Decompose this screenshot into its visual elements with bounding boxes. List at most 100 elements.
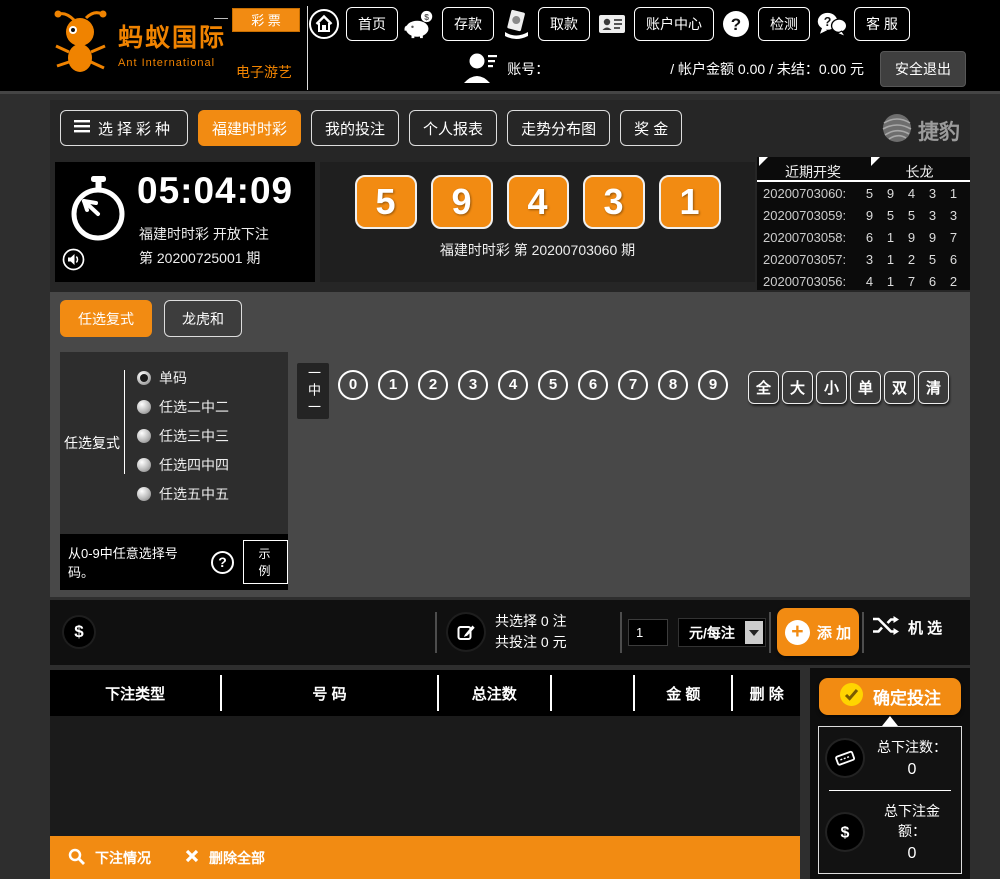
tab-personal-report[interactable]: 个人报表: [409, 110, 497, 146]
option-label: 任选二中二: [159, 397, 229, 417]
category-tab-lottery[interactable]: 彩 票: [232, 8, 300, 32]
recent-draws-panel: 近期开奖 长龙 20200703060: 59431 20200703059: …: [757, 157, 970, 290]
radio-icon[interactable]: [137, 458, 151, 472]
add-bet-button[interactable]: + 添 加: [777, 608, 859, 656]
recent-num: 6: [943, 252, 964, 267]
quick-odd-button[interactable]: 单: [850, 371, 881, 404]
chevron-down-icon[interactable]: [745, 621, 763, 644]
ball-4[interactable]: 4: [498, 370, 528, 400]
play-tab-renxuan[interactable]: 任选复式: [60, 300, 152, 337]
recent-num: 7: [901, 274, 922, 289]
menu-icon: [74, 120, 90, 137]
example-button[interactable]: 示 例: [243, 540, 288, 584]
category-tabs: 彩 票 电子游艺: [228, 0, 308, 94]
radio-icon[interactable]: [137, 400, 151, 414]
nav-account-center-button[interactable]: 账户中心: [634, 7, 714, 41]
option-list: 单码 任选二中二 任选三中三 任选四中四: [125, 352, 288, 534]
quick-clear-button[interactable]: 清: [918, 371, 949, 404]
quick-small-button[interactable]: 小: [816, 371, 847, 404]
result-number-tile: 4: [507, 175, 569, 229]
x-icon: [185, 849, 199, 866]
divider: [435, 612, 437, 653]
balance-text: / 帐户金额 0.00 / 未结：0.00 元: [670, 59, 864, 79]
recent-num: 4: [859, 274, 880, 289]
tab-select-lottery[interactable]: 选择彩种: [60, 110, 188, 146]
nav-check-button[interactable]: 检测: [758, 7, 810, 41]
ball-0[interactable]: 0: [338, 370, 368, 400]
unit-select[interactable]: 元/每注: [678, 618, 766, 647]
result-number-tile: 9: [431, 175, 493, 229]
ball-8[interactable]: 8: [658, 370, 688, 400]
radio-icon[interactable]: [137, 487, 151, 501]
tab-prize[interactable]: 奖 金: [620, 110, 682, 146]
option-renxuan-2[interactable]: 任选二中二: [137, 397, 288, 417]
quick-even-button[interactable]: 双: [884, 371, 915, 404]
ball-7[interactable]: 7: [618, 370, 648, 400]
ticket-icon: [827, 740, 863, 776]
random-pick-button[interactable]: 机 选: [872, 615, 942, 640]
recent-num: 5: [901, 208, 922, 223]
bet-table-footer: 下注情况 删除全部: [50, 836, 800, 879]
radio-icon[interactable]: [137, 429, 151, 443]
partner-name: 捷豹: [918, 116, 960, 146]
option-renxuan-4[interactable]: 任选四中四: [137, 455, 288, 475]
confirm-bet-button[interactable]: 确定投注: [819, 678, 961, 715]
logout-button[interactable]: 安全退出: [880, 51, 966, 87]
ball-2[interactable]: 2: [418, 370, 448, 400]
number-balls: 0 1 2 3 4 5 6 7 8 9: [338, 370, 728, 400]
quick-all-button[interactable]: 全: [748, 371, 779, 404]
user-icon: [461, 50, 499, 87]
ball-1[interactable]: 1: [378, 370, 408, 400]
category-tab-egames[interactable]: 电子游艺: [236, 62, 292, 82]
home-icon[interactable]: [308, 8, 340, 40]
tab-my-bets[interactable]: 我的投注: [311, 110, 399, 146]
divider: [214, 18, 228, 19]
ball-6[interactable]: 6: [578, 370, 608, 400]
recent-num: 2: [943, 274, 964, 289]
piggy-bank-icon[interactable]: $: [404, 8, 436, 40]
brand-subtitle: Ant International: [118, 57, 226, 69]
view-bets-button[interactable]: 下注情况: [68, 848, 151, 868]
ball-9[interactable]: 9: [698, 370, 728, 400]
recent-num: 1: [943, 186, 964, 201]
radio-icon[interactable]: [137, 371, 151, 385]
play-tab-longhuhe[interactable]: 龙虎和: [164, 300, 242, 337]
divider: [550, 675, 552, 711]
speaker-icon[interactable]: [62, 248, 85, 276]
svg-text:?: ?: [824, 15, 832, 29]
chat-question-icon[interactable]: ?: [816, 8, 848, 40]
tab-label: 选择彩种: [98, 118, 174, 139]
ball-3[interactable]: 3: [458, 370, 488, 400]
option-renxuan-5[interactable]: 任选五中五: [137, 484, 288, 504]
quick-select-buttons: 全 大 小 单 双 清: [748, 371, 949, 404]
nav-home-button[interactable]: 首页: [346, 7, 398, 41]
id-card-icon[interactable]: [596, 8, 628, 40]
main-content: 选择彩种 福建时时彩 我的投注 个人报表 走势分布图 奖 金 捷豹 05:04:…: [50, 100, 970, 879]
result-number-tile: 3: [583, 175, 645, 229]
nav-deposit-button[interactable]: 存款: [442, 7, 494, 41]
hint-text: 从0-9中任意选择号码。: [68, 543, 202, 581]
question-icon[interactable]: ?: [720, 8, 752, 40]
recent-num: 5: [880, 208, 901, 223]
tab-trend-chart[interactable]: 走势分布图: [507, 110, 610, 146]
play-type-tabs: 任选复式 龙虎和: [60, 300, 242, 337]
delete-all-button[interactable]: 删除全部: [185, 848, 265, 868]
cash-hand-icon[interactable]: [500, 8, 532, 40]
account-label: 账号：: [507, 59, 549, 79]
help-icon[interactable]: ?: [211, 551, 234, 574]
total-bets-row: 总下注数： 0: [819, 737, 961, 779]
dollar-icon: $: [827, 814, 863, 850]
amount-input[interactable]: [628, 619, 668, 646]
option-danma[interactable]: 单码: [137, 368, 288, 388]
recent-num: 3: [943, 208, 964, 223]
nav-support-button[interactable]: 客 服: [854, 7, 910, 41]
option-panel: 任选复式 单码 任选二中二 任选三中三: [60, 352, 288, 590]
quick-big-button[interactable]: 大: [782, 371, 813, 404]
countdown-status: 福建时时彩 开放下注: [139, 224, 269, 244]
recent-row: 20200703056: 41762: [757, 270, 970, 290]
col-amount: 金 额: [635, 683, 731, 704]
tab-fujian-ssc[interactable]: 福建时时彩: [198, 110, 301, 146]
nav-withdraw-button[interactable]: 取款: [538, 7, 590, 41]
option-renxuan-3[interactable]: 任选三中三: [137, 426, 288, 446]
ball-5[interactable]: 5: [538, 370, 568, 400]
